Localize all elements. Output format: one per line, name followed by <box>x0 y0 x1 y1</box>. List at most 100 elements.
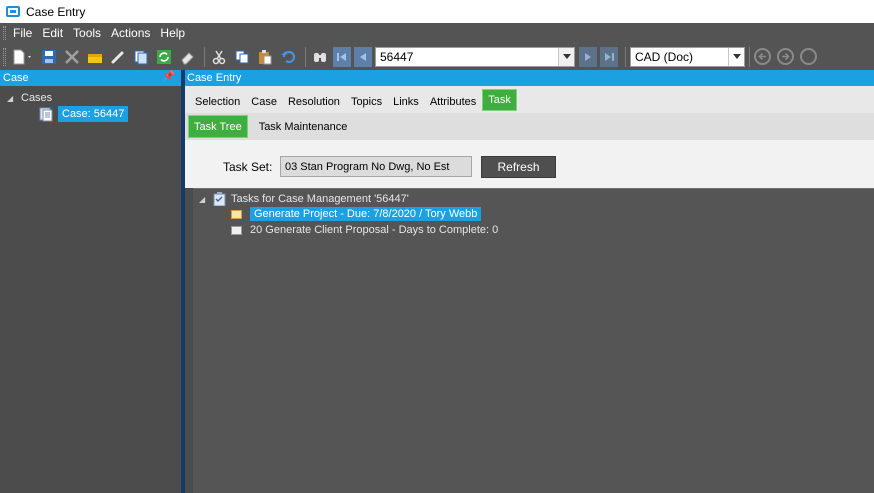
eraser-icon <box>181 51 194 64</box>
last-record-button[interactable] <box>600 46 618 67</box>
next-record-button[interactable] <box>579 46 597 67</box>
delete-button[interactable] <box>62 47 82 67</box>
record-selector-value: 56447 <box>380 49 414 64</box>
expand-arrow-icon[interactable]: ◢ <box>199 195 207 204</box>
back-arrow-icon <box>758 52 766 61</box>
case-entry-header: Case Entry <box>185 70 874 86</box>
app-icon <box>6 6 20 17</box>
first-record-button[interactable] <box>333 46 351 67</box>
tree-item-case-label: Case: 56447 <box>58 106 129 122</box>
refresh-icon <box>157 49 171 64</box>
tab-attributes[interactable]: Attributes <box>425 91 481 113</box>
clear-button[interactable] <box>177 47 197 67</box>
task-item-label: 20 Generate Client Proposal - Days to Co… <box>250 224 499 236</box>
menu-file[interactable]: File <box>13 26 32 40</box>
menu-help[interactable]: Help <box>160 26 185 40</box>
tab-topics[interactable]: Topics <box>346 91 387 113</box>
forward-arrow-icon <box>782 52 790 61</box>
toolbar-separator <box>204 46 205 67</box>
tree-item-cases[interactable]: ◢ Cases <box>7 92 52 104</box>
tab-links[interactable]: Links <box>388 91 424 113</box>
task-sub-tabs: Task Tree Task Maintenance <box>185 113 874 140</box>
toolbar: 56447 CAD (Doc) <box>0 43 874 70</box>
memo-icon <box>88 53 102 63</box>
clipboard-icon <box>213 192 226 206</box>
task-set-field[interactable]: 03 Stan Program No Dwg, No Est <box>280 156 472 177</box>
home-button[interactable] <box>800 48 817 65</box>
binoculars-icon <box>314 52 326 62</box>
task-tree-root-label: Tasks for Case Management '56447' <box>231 193 409 205</box>
menu-edit[interactable]: Edit <box>42 26 63 40</box>
last-record-icon <box>605 52 614 61</box>
new-document-button[interactable] <box>10 47 36 67</box>
scissors-icon <box>212 50 226 64</box>
task-set-label: Task Set: <box>223 160 273 174</box>
view-selector[interactable]: CAD (Doc) <box>630 46 745 67</box>
task-icon <box>231 209 242 219</box>
undo-icon <box>281 50 296 63</box>
toolbar-separator <box>305 46 306 67</box>
toolbar-separator <box>625 46 626 67</box>
back-button[interactable] <box>754 48 771 65</box>
cut-button[interactable] <box>209 47 229 67</box>
menu-tools[interactable]: Tools <box>73 26 101 40</box>
chevron-down-icon[interactable] <box>728 47 744 66</box>
toolbar-separator <box>749 46 750 67</box>
copy-record-button[interactable] <box>131 47 151 67</box>
main-tabs: Selection Case Resolution Topics Links A… <box>185 86 874 113</box>
memo-button[interactable] <box>85 47 105 67</box>
task-item[interactable]: 20 Generate Client Proposal - Days to Co… <box>231 224 498 236</box>
new-document-icon <box>13 49 31 64</box>
task-set-area: Task Set: 03 Stan Program No Dwg, No Est… <box>185 140 874 188</box>
record-selector[interactable]: 56447 <box>375 46 575 67</box>
tab-selection[interactable]: Selection <box>190 91 245 113</box>
view-selector-value: CAD (Doc) <box>635 49 694 64</box>
tab-resolution[interactable]: Resolution <box>283 91 345 113</box>
menu-grip <box>3 26 6 40</box>
delete-icon <box>65 49 79 64</box>
tab-task[interactable]: Task <box>482 89 517 111</box>
previous-record-icon <box>360 52 366 61</box>
pin-icon[interactable]: 📌 <box>163 71 175 82</box>
tab-task-tree[interactable]: Task Tree <box>188 115 248 138</box>
save-icon <box>42 49 56 64</box>
menu-actions[interactable]: Actions <box>111 26 150 40</box>
copy-button[interactable] <box>232 47 252 67</box>
save-button[interactable] <box>39 47 59 67</box>
paperclip-icon <box>111 51 124 63</box>
paste-button[interactable] <box>255 47 275 67</box>
toolbar-grip <box>3 47 6 66</box>
undo-button[interactable] <box>278 47 298 67</box>
paste-icon <box>259 49 272 64</box>
forward-button[interactable] <box>777 48 794 65</box>
task-item-label: Generate Project - Due: 7/8/2020 / Tory … <box>250 207 482 221</box>
expand-arrow-icon[interactable]: ◢ <box>7 94 15 103</box>
menu-bar: File Edit Tools Actions Help <box>0 23 874 43</box>
chevron-down-icon[interactable] <box>558 47 574 66</box>
app-window: Case Entry File Edit Tools Actions Help <box>0 0 874 493</box>
task-item[interactable]: Generate Project - Due: 7/8/2020 / Tory … <box>231 207 482 221</box>
tab-case[interactable]: Case <box>246 91 282 113</box>
task-tree: ◢ Tasks for Case Management '56447' Gene… <box>193 188 874 493</box>
case-entry-title: Case Entry <box>187 72 242 84</box>
tree-item-case[interactable]: Case: 56447 <box>38 106 129 122</box>
task-icon <box>231 225 242 235</box>
refresh-button[interactable]: Refresh <box>481 156 556 178</box>
previous-record-button[interactable] <box>354 46 372 67</box>
refresh-toolbar-button[interactable] <box>154 47 174 67</box>
case-entry-panel: Case Entry Selection Case Resolution Top… <box>185 70 874 493</box>
window-title: Case Entry <box>26 4 86 19</box>
search-button[interactable] <box>310 47 330 67</box>
case-panel-title: Case <box>3 72 29 84</box>
case-document-icon <box>39 107 53 122</box>
record-selector-arrow <box>562 54 571 59</box>
attach-button[interactable] <box>108 47 128 67</box>
view-selector-arrow <box>732 54 741 59</box>
copy-icon <box>235 50 249 63</box>
case-panel-header: Case 📌 <box>0 70 181 86</box>
tab-task-maintenance[interactable]: Task Maintenance <box>254 116 353 138</box>
title-bar: Case Entry <box>0 0 874 23</box>
first-record-icon <box>337 52 346 61</box>
case-panel: Case 📌 ◢ Cases Case: 56447 <box>0 70 181 493</box>
task-tree-root[interactable]: ◢ Tasks for Case Management '56447' <box>199 192 409 206</box>
